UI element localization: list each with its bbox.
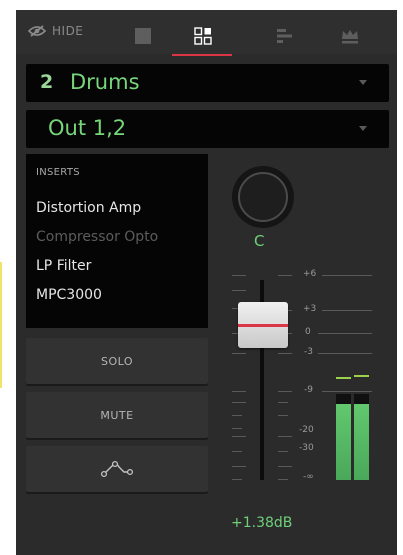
channel-strip-panel: HIDE 2 Drums Out 1,2 INSERTS Distortion … — [16, 10, 397, 555]
insert-slot[interactable]: Compressor Opto — [36, 229, 158, 245]
automation-curve-icon — [100, 460, 134, 478]
peak-hold-left — [336, 377, 351, 379]
pan-knob-dial — [238, 172, 288, 222]
view-toolbar: HIDE — [16, 10, 397, 56]
scale-label: -30 — [299, 443, 314, 453]
scale-label: -20 — [299, 425, 314, 435]
insert-slot[interactable]: MPC3000 — [36, 287, 102, 303]
level-meter-right-fill — [354, 404, 369, 480]
insert-slot[interactable]: Distortion Amp — [36, 200, 141, 216]
output-value: Out 1,2 — [48, 116, 127, 140]
output-selector[interactable]: Out 1,2 — [26, 110, 389, 148]
crown-icon — [342, 30, 358, 44]
bars-icon — [277, 29, 292, 43]
scale-label: +6 — [303, 269, 317, 279]
scale-label: 0 — [305, 327, 311, 337]
chevron-down-icon — [359, 80, 367, 85]
square-icon — [135, 28, 151, 44]
peak-hold-right — [354, 375, 369, 377]
track-name: Drums — [70, 70, 140, 94]
highlight-marker — [0, 262, 2, 388]
tab-single-view[interactable] — [112, 18, 172, 52]
level-meter-right — [354, 394, 369, 480]
fader-indicator-line — [238, 324, 288, 327]
insert-slot[interactable]: LP Filter — [36, 258, 91, 274]
inserts-title: INSERTS — [36, 167, 80, 178]
volume-fader-handle[interactable] — [238, 302, 288, 348]
scale-label: -3 — [304, 347, 313, 357]
track-selector[interactable]: 2 Drums — [26, 64, 389, 102]
scale-label: -∞ — [303, 472, 314, 482]
scale-label: +3 — [303, 304, 317, 314]
track-number: 2 — [40, 71, 54, 93]
level-meter-left — [336, 394, 351, 480]
inserts-panel[interactable]: INSERTS Distortion Amp Compressor Opto L… — [26, 154, 208, 328]
hide-label: HIDE — [52, 24, 84, 38]
tab-master-view[interactable] — [318, 18, 378, 52]
gain-readout: +1.38dB — [231, 515, 293, 531]
active-tab-indicator — [172, 54, 232, 56]
pan-knob[interactable] — [232, 166, 294, 228]
scale-label: -9 — [304, 385, 313, 395]
hide-button[interactable]: HIDE — [28, 24, 83, 38]
grid-icon — [194, 27, 212, 45]
level-meter-left-fill — [336, 404, 351, 480]
chevron-down-icon — [359, 126, 367, 131]
pan-value: C — [254, 232, 265, 250]
automation-button[interactable] — [26, 446, 208, 492]
solo-button[interactable]: SOLO — [26, 338, 208, 384]
eye-slash-icon — [28, 25, 46, 37]
tab-bars-view[interactable] — [254, 18, 314, 52]
tab-grid-view[interactable] — [172, 18, 232, 56]
mute-button[interactable]: MUTE — [26, 392, 208, 438]
